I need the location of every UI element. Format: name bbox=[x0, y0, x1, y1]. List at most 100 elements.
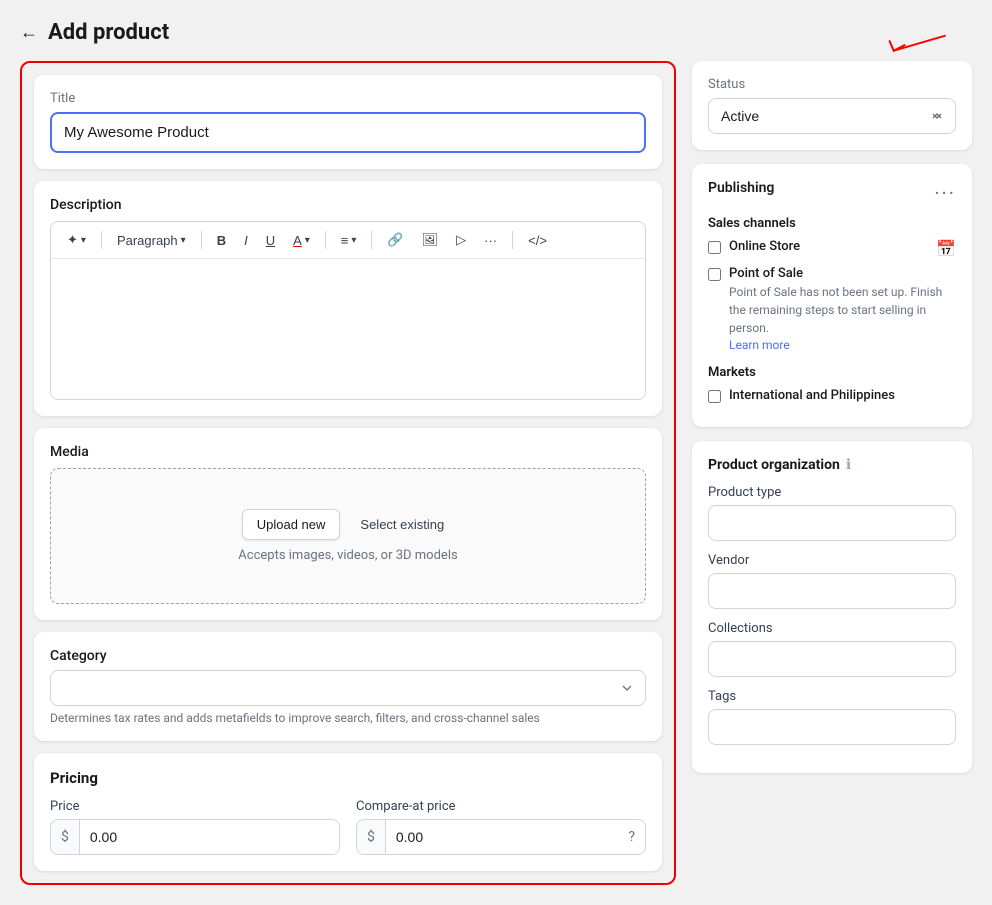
right-column: Status Active Draft Archived Publishing … bbox=[692, 61, 972, 773]
price-input[interactable] bbox=[80, 820, 339, 854]
toolbar-separator-1 bbox=[101, 231, 102, 249]
pos-name: Point of Sale bbox=[729, 266, 956, 281]
price-label: Price bbox=[50, 799, 340, 814]
underline-button[interactable]: U bbox=[260, 229, 281, 252]
description-label: Description bbox=[50, 197, 646, 213]
italic-button[interactable]: I bbox=[238, 229, 254, 252]
price-input-wrap: $ bbox=[50, 819, 340, 855]
calendar-icon: 📅 bbox=[936, 239, 956, 258]
title-label: Title bbox=[50, 91, 646, 106]
tags-field: Tags bbox=[708, 689, 956, 745]
editor-toolbar: ✦ ▾ Paragraph ▾ B I U A ▾ bbox=[51, 222, 645, 259]
play-button[interactable]: ▷ bbox=[450, 228, 472, 252]
bold-button[interactable]: B bbox=[211, 229, 232, 252]
media-hint: Accepts images, videos, or 3D models bbox=[71, 548, 625, 563]
org-title: Product organization bbox=[708, 457, 840, 473]
vendor-field: Vendor bbox=[708, 553, 956, 609]
tags-label: Tags bbox=[708, 689, 956, 704]
product-type-label: Product type bbox=[708, 485, 956, 500]
description-body[interactable] bbox=[51, 259, 645, 399]
collections-label: Collections bbox=[708, 621, 956, 636]
upload-new-button[interactable]: Upload new bbox=[242, 509, 341, 540]
chevron-down-icon: ▾ bbox=[81, 235, 86, 246]
link-icon: 🔗 bbox=[387, 232, 403, 248]
product-org-card: Product organization ℹ Product type Vend… bbox=[692, 441, 972, 773]
org-header: Product organization ℹ bbox=[708, 457, 956, 473]
compare-price-label: Compare-at price bbox=[356, 799, 646, 814]
paragraph-dropdown[interactable]: Paragraph ▾ bbox=[111, 229, 192, 252]
vendor-label: Vendor bbox=[708, 553, 956, 568]
pos-checkbox[interactable] bbox=[708, 268, 721, 281]
product-type-input[interactable] bbox=[708, 505, 956, 541]
main-layout: Title Description ✦ ▾ Paragraph ▾ bbox=[20, 61, 972, 885]
category-hint: Determines tax rates and adds metafields… bbox=[50, 711, 646, 725]
international-market-checkbox[interactable] bbox=[708, 390, 721, 403]
description-section: Description ✦ ▾ Paragraph ▾ B I U bbox=[34, 181, 662, 416]
toolbar-separator-3 bbox=[325, 231, 326, 249]
title-section: Title bbox=[34, 75, 662, 169]
magic-button[interactable]: ✦ ▾ bbox=[61, 228, 92, 252]
compare-price-input[interactable] bbox=[386, 820, 619, 854]
sales-channels-title: Sales channels bbox=[708, 216, 956, 231]
channel-item-online-store: Online Store 📅 bbox=[708, 239, 956, 258]
back-button[interactable]: ← bbox=[20, 22, 38, 43]
title-input[interactable] bbox=[50, 112, 646, 153]
status-select[interactable]: Active Draft Archived bbox=[708, 98, 956, 134]
collections-input[interactable] bbox=[708, 641, 956, 677]
pricing-section: Pricing Price $ Compare-at price $ ? bbox=[34, 753, 662, 871]
category-section: Category Determines tax rates and adds m… bbox=[34, 632, 662, 741]
online-store-checkbox[interactable] bbox=[708, 241, 721, 254]
pos-note: Point of Sale has not been set up. Finis… bbox=[729, 283, 956, 337]
publishing-header: Publishing ··· bbox=[708, 180, 956, 206]
chevron-down-icon-3: ▾ bbox=[305, 235, 310, 246]
price-field: Price $ bbox=[50, 799, 340, 855]
more-formats-button[interactable]: ··· bbox=[478, 229, 503, 252]
select-existing-button[interactable]: Select existing bbox=[350, 509, 454, 540]
online-store-name: Online Store bbox=[729, 239, 800, 254]
pricing-title: Pricing bbox=[50, 769, 646, 787]
market-item-international: International and Philippines bbox=[708, 388, 956, 403]
collections-field: Collections bbox=[708, 621, 956, 677]
chevron-down-icon-4: ▾ bbox=[351, 235, 356, 246]
link-button[interactable]: 🔗 bbox=[381, 228, 409, 252]
media-buttons: Upload new Select existing bbox=[71, 509, 625, 540]
magic-icon: ✦ bbox=[67, 232, 78, 248]
publishing-more-button[interactable]: ··· bbox=[934, 183, 956, 203]
compare-price-prefix: $ bbox=[357, 820, 386, 854]
category-label: Category bbox=[50, 648, 646, 664]
price-prefix: $ bbox=[51, 820, 80, 854]
left-column: Title Description ✦ ▾ Paragraph ▾ bbox=[20, 61, 676, 885]
chevron-down-icon-2: ▾ bbox=[181, 235, 186, 246]
play-icon: ▷ bbox=[456, 232, 466, 248]
color-button[interactable]: A ▾ bbox=[287, 229, 316, 252]
help-icon[interactable]: ? bbox=[618, 820, 645, 854]
image-button[interactable]: 🖼 bbox=[416, 228, 445, 252]
org-info-icon[interactable]: ℹ bbox=[846, 457, 851, 473]
toolbar-separator-2 bbox=[201, 231, 202, 249]
toolbar-separator-5 bbox=[512, 231, 513, 249]
category-select[interactable] bbox=[50, 670, 646, 706]
color-icon: A bbox=[293, 233, 302, 248]
compare-price-field: Compare-at price $ ? bbox=[356, 799, 646, 855]
code-button[interactable]: </> bbox=[522, 229, 553, 252]
learn-more-link[interactable]: Learn more bbox=[729, 338, 790, 352]
media-dropzone[interactable]: Upload new Select existing Accepts image… bbox=[50, 468, 646, 604]
align-button[interactable]: ≡ ▾ bbox=[335, 229, 363, 252]
paragraph-label: Paragraph bbox=[117, 233, 178, 248]
markets-title: Markets bbox=[708, 365, 956, 380]
publishing-card: Publishing ··· Sales channels Online Sto… bbox=[692, 164, 972, 427]
media-section: Media Upload new Select existing Accepts… bbox=[34, 428, 662, 620]
toolbar-separator-4 bbox=[371, 231, 372, 249]
tags-input[interactable] bbox=[708, 709, 956, 745]
product-type-field: Product type bbox=[708, 485, 956, 541]
media-label: Media bbox=[50, 444, 646, 460]
publishing-title: Publishing bbox=[708, 180, 774, 196]
page-header: ← Add product bbox=[20, 20, 972, 45]
description-editor: ✦ ▾ Paragraph ▾ B I U A ▾ bbox=[50, 221, 646, 400]
page-title: Add product bbox=[48, 20, 169, 45]
align-icon: ≡ bbox=[341, 233, 349, 248]
international-market-name: International and Philippines bbox=[729, 388, 895, 403]
vendor-input[interactable] bbox=[708, 573, 956, 609]
channel-item-pos: Point of Sale Point of Sale has not been… bbox=[708, 266, 956, 353]
pricing-row: Price $ Compare-at price $ ? bbox=[50, 799, 646, 855]
